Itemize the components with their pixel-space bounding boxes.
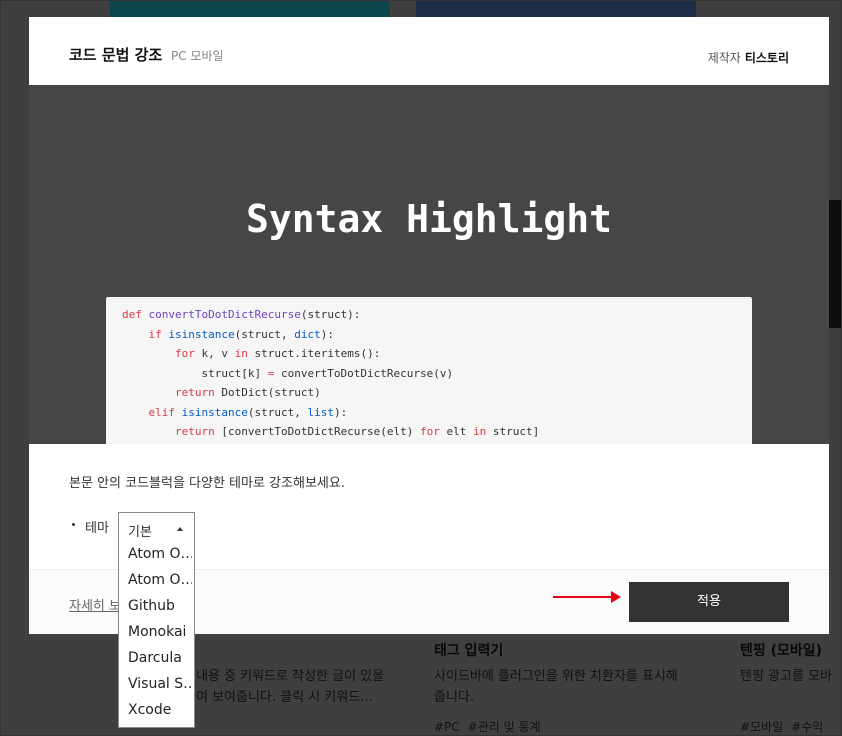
- modal-title: 코드 문법 강조: [69, 46, 163, 64]
- preview-image: Syntax Highlight def convertToDotDictRec…: [29, 85, 829, 444]
- preview-title: Syntax Highlight: [245, 197, 613, 241]
- caret-up-icon: [177, 527, 183, 531]
- code-line: struct[k] = convertToDotDictRecurse(v): [122, 367, 454, 380]
- theme-option-darcula[interactable]: Darcula: [128, 650, 192, 666]
- maker-info: 제작자 티스토리: [708, 49, 789, 66]
- theme-option-github[interactable]: Github: [128, 598, 192, 614]
- theme-option-atom-one-dark[interactable]: Atom O…: [128, 546, 192, 562]
- theme-option-atom-one-light[interactable]: Atom O…: [128, 572, 192, 588]
- code-line: return [convertToDotDictRecurse(elt) for…: [174, 425, 540, 438]
- code-line: return DotDict(struct): [174, 386, 321, 399]
- theme-option-xcode[interactable]: Xcode: [128, 702, 192, 718]
- code-line: def convertToDotDictRecurse(struct):: [122, 308, 361, 321]
- maker-label: 제작자: [707, 51, 741, 65]
- arrow-right-icon: [553, 591, 621, 603]
- code-line: elif isinstance(struct, list):: [148, 406, 348, 419]
- code-line: if isinstance(struct, dict):: [148, 328, 334, 341]
- maker-name: 티스토리: [744, 51, 789, 65]
- modal-header: 코드 문법 강조 PC 모바일 제작자 티스토리: [29, 17, 829, 85]
- code-line: for k, v in struct.iteritems():: [174, 347, 381, 360]
- plugin-description: 본문 안의 코드블럭을 다양한 테마로 강조해보세요.: [69, 476, 345, 491]
- more-info-link[interactable]: 자세히 보: [69, 595, 121, 614]
- bullet-icon: [72, 523, 75, 526]
- apply-button[interactable]: 적용: [629, 582, 789, 622]
- theme-option-visual-studio[interactable]: Visual S…: [128, 676, 192, 692]
- theme-option-monokai[interactable]: Monokai: [128, 624, 192, 640]
- theme-label: 테마: [85, 521, 109, 536]
- theme-select[interactable]: 기본 Atom O… Atom O… Github Monokai Darcul…: [118, 512, 195, 728]
- theme-select-value[interactable]: 기본: [128, 521, 152, 540]
- code-sample: def convertToDotDictRecurse(struct): if …: [106, 297, 752, 444]
- platform-label: PC 모바일: [171, 49, 224, 63]
